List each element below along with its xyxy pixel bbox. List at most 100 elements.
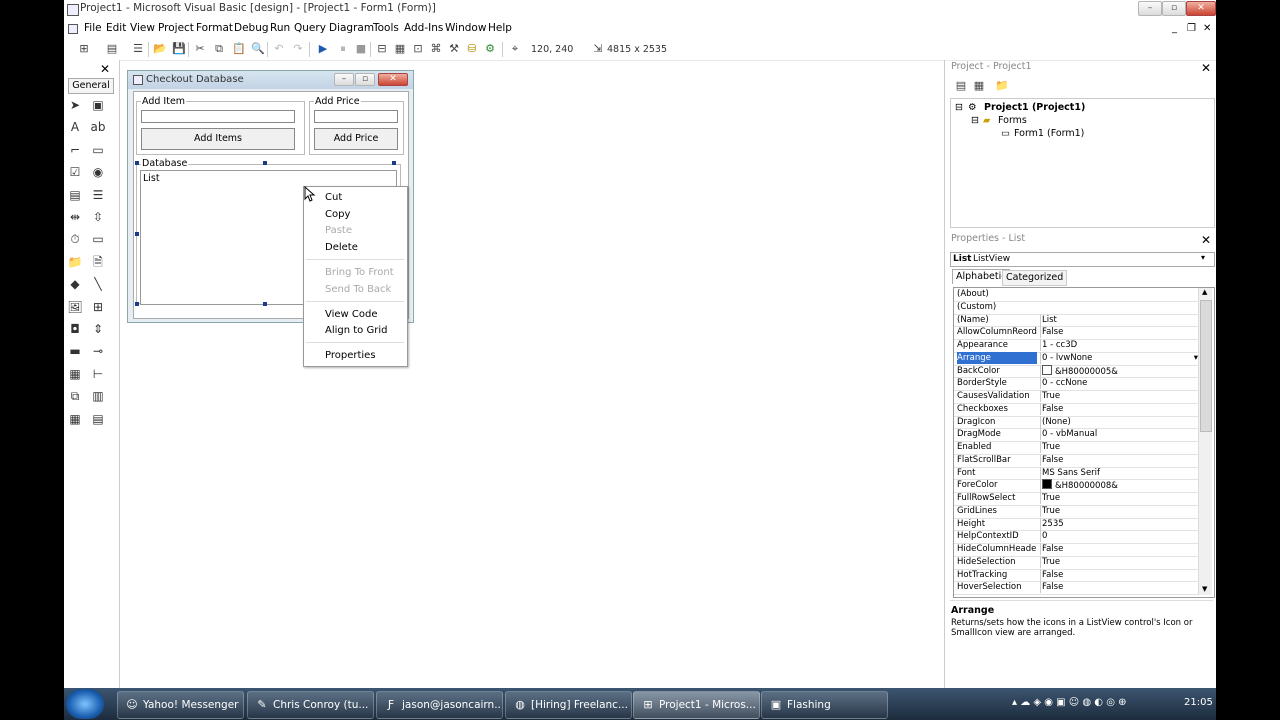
taskbar-button[interactable]: ⊞ Project1 - Micros... <box>633 691 760 719</box>
property-row[interactable]: (Custom) <box>954 301 1199 315</box>
filelistbox-icon[interactable]: 🗎 <box>90 254 106 270</box>
image-icon[interactable]: 🖼 <box>67 299 83 315</box>
property-value[interactable]: False <box>1040 568 1202 581</box>
ctx-delete[interactable]: Delete <box>325 242 358 253</box>
combobox-icon[interactable]: ▤ <box>67 187 83 203</box>
end-icon[interactable]: ■ <box>355 43 367 55</box>
taskbar-button[interactable]: ✎ Chris Conroy (tu... <box>247 691 374 719</box>
mdi-minimize-icon[interactable]: _ <box>1172 23 1177 34</box>
open-project-icon[interactable]: 📂 <box>153 43 167 55</box>
menu-view[interactable]: View <box>130 22 155 34</box>
property-row[interactable]: FlatScrollBar False <box>954 453 1199 468</box>
selection-handle[interactable] <box>135 161 139 165</box>
menu-run[interactable]: Run <box>270 22 290 34</box>
property-row[interactable]: AllowColumnReorder False <box>954 326 1199 340</box>
hscrollbar-icon[interactable]: ⇹ <box>67 209 83 225</box>
ctx-paste[interactable]: Paste <box>325 225 352 236</box>
property-grid-scrollbar[interactable]: ▲ ▼ <box>1198 288 1212 595</box>
property-value[interactable]: True <box>1040 492 1202 504</box>
save-project-icon[interactable]: 💾 <box>172 43 186 55</box>
menu-project[interactable]: Project <box>158 22 194 34</box>
add-item-textbox[interactable] <box>141 110 295 123</box>
ctx-properties[interactable]: Properties <box>325 350 376 361</box>
property-value[interactable]: 2535 <box>1040 517 1202 530</box>
property-row[interactable]: GridLines True <box>954 504 1202 519</box>
menu-debug[interactable]: Debug <box>234 22 269 34</box>
property-value[interactable]: 0 - lvwNone ▾ <box>1040 351 1202 364</box>
datagrid-icon[interactable]: ▦ <box>67 411 83 427</box>
slider-icon[interactable]: ⊸ <box>90 343 106 359</box>
properties-window-icon[interactable]: ▦ <box>394 43 406 55</box>
property-row[interactable]: (Name) List <box>954 313 1202 328</box>
property-value[interactable]: True <box>1040 441 1202 453</box>
menu-query[interactable]: Query <box>294 22 326 34</box>
tree-project-root[interactable]: Project1 (Project1) <box>984 102 1085 113</box>
break-icon[interactable]: ⏸ <box>337 43 349 55</box>
line-icon[interactable]: ╲ <box>90 276 106 292</box>
maximize-icon[interactable]: ▫ <box>1162 1 1186 16</box>
taskbar-button[interactable]: Ƒjason@jasoncairn... <box>376 691 503 719</box>
property-row[interactable]: Enabled True <box>954 441 1199 455</box>
property-value[interactable]: &H80000005& <box>1040 364 1202 378</box>
project-panel-close-icon[interactable]: ✕ <box>1201 61 1211 75</box>
vscrollbar-icon[interactable]: ⇳ <box>90 209 106 225</box>
add-price-button[interactable]: Add Price <box>314 128 398 150</box>
property-value[interactable]: False <box>1040 581 1202 594</box>
property-value[interactable]: False <box>1040 326 1202 339</box>
tree-forms-folder[interactable]: Forms <box>998 115 1027 126</box>
label-icon[interactable]: A <box>67 119 83 135</box>
selection-handle[interactable] <box>392 161 396 165</box>
component-manager-icon[interactable]: ⚙ <box>484 43 496 55</box>
taskbar-button[interactable]: ◍ [Hiring] Freelanc... <box>505 691 632 719</box>
property-value[interactable]: List <box>1040 313 1202 326</box>
data-icon[interactable]: ⊞ <box>90 299 106 315</box>
property-row[interactable]: ForeColor &H80000008& <box>954 479 1199 493</box>
property-row[interactable]: BorderStyle 0 - ccNone <box>954 377 1199 391</box>
drivelistbox-icon[interactable]: ▭ <box>90 231 106 247</box>
menu-editor-icon[interactable]: ☰ <box>132 43 144 55</box>
pointer-icon[interactable]: ➤ <box>67 97 83 113</box>
tree-collapse-icon[interactable]: ⊟ <box>971 115 979 126</box>
undo-icon[interactable]: ↶ <box>273 43 285 55</box>
property-row[interactable]: HideColumnHeaders False <box>954 543 1199 557</box>
menu-tools[interactable]: Tools <box>373 22 399 34</box>
timer-icon[interactable]: ⏱ <box>67 231 83 247</box>
tree-collapse-icon[interactable]: ⊟ <box>955 102 963 113</box>
cut-icon[interactable]: ✂ <box>194 43 206 55</box>
menu-edit[interactable]: Edit <box>106 22 126 34</box>
form-minimize-icon[interactable]: – <box>334 73 354 86</box>
selection-handle[interactable] <box>135 232 139 236</box>
property-row[interactable]: Appearance 1 - cc3D <box>954 339 1199 353</box>
property-value[interactable]: True <box>1040 504 1202 517</box>
redo-icon[interactable]: ↷ <box>292 43 304 55</box>
property-row[interactable]: Font MS Sans Serif <box>954 466 1199 481</box>
taskbar-button[interactable]: ☺ Yahoo! Messenger <box>117 691 244 719</box>
ctx-cut[interactable]: Cut <box>325 192 342 203</box>
start-button[interactable] <box>66 689 104 719</box>
property-value[interactable]: False <box>1040 543 1202 555</box>
tray-icons[interactable]: ▴ ☁ ◈ ◉ ▣ ☺ ◍ ◐ ◎ ⊕ <box>1012 697 1126 708</box>
ctx-copy[interactable]: Copy <box>325 209 350 220</box>
optionbutton-icon[interactable]: ◉ <box>90 164 106 180</box>
tree-form1-item[interactable]: Form1 (Form1) <box>1014 128 1084 139</box>
property-row[interactable]: HelpContextID 0 <box>954 530 1199 544</box>
menu-file[interactable]: File <box>84 22 102 34</box>
property-value[interactable]: 1 - cc3D <box>1040 339 1202 351</box>
commandbutton-icon[interactable]: ▭ <box>90 142 106 158</box>
taskbar-button[interactable]: ▣ Flashing <box>761 691 888 719</box>
property-grid[interactable]: (About) (Custom) (Name) List AllowColumnReor… <box>953 287 1215 598</box>
property-row[interactable]: (About) <box>954 288 1199 302</box>
chevron-down-icon[interactable]: ▾ <box>1201 253 1205 262</box>
property-value[interactable]: True <box>1040 390 1202 402</box>
add-price-textbox[interactable] <box>314 110 398 123</box>
add-project-icon[interactable]: ⊞ <box>78 43 90 55</box>
copy-icon[interactable]: ⧉ <box>213 43 225 55</box>
property-value[interactable]: &H80000008& <box>1040 479 1202 493</box>
property-row[interactable]: Checkboxes False <box>954 402 1199 417</box>
property-row[interactable]: Arrange 0 - lvwNone ▾ <box>954 351 1202 366</box>
updown-icon[interactable]: ⇕ <box>90 321 106 337</box>
tab-categorized[interactable]: Categorized <box>1002 270 1068 286</box>
menu-window[interactable]: Window <box>445 22 486 34</box>
ole-icon[interactable]: ◘ <box>67 321 83 337</box>
toolbox-tab-general[interactable]: General <box>68 78 114 94</box>
